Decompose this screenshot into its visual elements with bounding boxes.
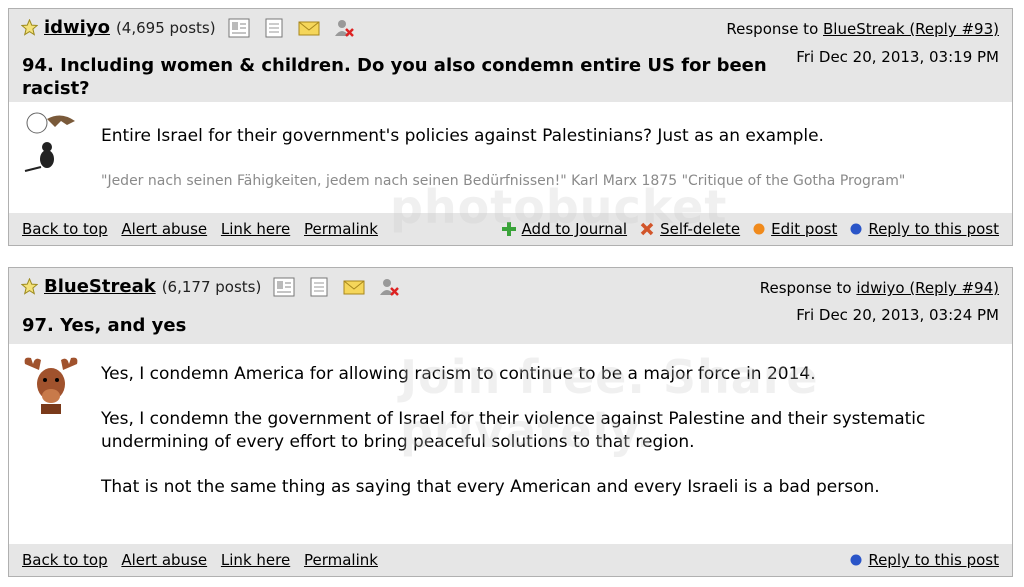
reply-action[interactable]: Reply to this post (850, 551, 999, 569)
blue-dot-icon (850, 554, 862, 566)
reply-link[interactable]: Reply to this post (868, 551, 999, 569)
footer-links: Back to top Alert abuse Link here Permal… (22, 551, 387, 569)
profile-icon[interactable] (228, 18, 250, 38)
username[interactable]: idwiyo (44, 17, 110, 38)
add-to-journal-action[interactable]: Add to Journal (501, 220, 628, 238)
delete-x-icon (640, 222, 654, 236)
response-link[interactable]: idwiyo (Reply #94) (856, 279, 999, 297)
post-date: Fri Dec 20, 2013, 03:19 PM (796, 48, 999, 66)
user-line: BlueStreak (6,177 posts) (21, 276, 413, 297)
blue-dot-icon (850, 223, 862, 235)
footer-actions: Add to Journal Self-delete Edit post Rep… (489, 220, 999, 238)
post-body: Yes, I condemn America for allowing raci… (101, 363, 992, 521)
link-here-link[interactable]: Link here (221, 551, 290, 569)
signature: "Jeder nach seinen Fähigkeiten, jedem na… (101, 173, 906, 189)
plus-icon (501, 222, 516, 236)
post-paragraph: Yes, I condemn the government of Israel … (101, 409, 926, 452)
response-prefix: Response to (759, 279, 857, 297)
post-paragraph: That is not the same thing as saying tha… (101, 477, 880, 497)
back-to-top-link[interactable]: Back to top (22, 220, 108, 238)
edit-post-link[interactable]: Edit post (771, 220, 837, 238)
post-footer: Back to top Alert abuse Link here Permal… (9, 544, 1012, 576)
post-97: BlueStreak (6,177 posts) Response to idw… (8, 267, 1013, 577)
add-to-journal-link[interactable]: Add to Journal (522, 220, 628, 238)
response-to: Response to BlueStreak (Reply #93) (726, 20, 999, 38)
edit-post-action[interactable]: Edit post (753, 220, 837, 238)
username[interactable]: BlueStreak (44, 276, 156, 297)
response-prefix: Response to (726, 20, 824, 38)
self-delete-action[interactable]: Self-delete (640, 220, 740, 238)
link-here-link[interactable]: Link here (221, 220, 290, 238)
post-count: (6,177 posts) (161, 277, 262, 296)
back-to-top-link[interactable]: Back to top (22, 551, 108, 569)
permalink-link[interactable]: Permalink (304, 220, 378, 238)
response-to: Response to idwiyo (Reply #94) (760, 279, 999, 297)
footer-actions: Reply to this post (837, 551, 999, 569)
alert-abuse-link[interactable]: Alert abuse (121, 551, 207, 569)
post-94: idwiyo (4,695 posts) Response to BlueStr… (8, 8, 1013, 246)
ignore-user-icon[interactable] (333, 18, 355, 38)
footer-links: Back to top Alert abuse Link here Permal… (22, 220, 387, 238)
post-count: (4,695 posts) (115, 18, 216, 37)
user-line: idwiyo (4,695 posts) (21, 17, 368, 38)
star-icon[interactable] (21, 278, 38, 295)
post-footer: Back to top Alert abuse Link here Permal… (9, 213, 1012, 245)
post-header: idwiyo (4,695 posts) Response to BlueStr… (9, 9, 1012, 102)
post-title: 97. Yes, and yes (22, 315, 187, 336)
post-paragraph: Yes, I condemn America for allowing raci… (101, 364, 816, 384)
star-icon[interactable] (21, 19, 38, 36)
orange-dot-icon (753, 223, 765, 235)
mail-icon[interactable] (298, 18, 320, 38)
moose-avatar (24, 357, 78, 414)
post-title: 94. Including women & children. Do you a… (22, 55, 767, 99)
alert-abuse-link[interactable]: Alert abuse (121, 220, 207, 238)
reply-link[interactable]: Reply to this post (868, 220, 999, 238)
post-header: BlueStreak (6,177 posts) Response to idw… (9, 268, 1012, 344)
reply-action[interactable]: Reply to this post (850, 220, 999, 238)
post-body: Entire Israel for their government's pol… (101, 125, 992, 193)
mail-icon[interactable] (343, 277, 365, 297)
journal-icon[interactable] (263, 18, 285, 38)
profile-icon[interactable] (273, 277, 295, 297)
journal-icon[interactable] (308, 277, 330, 297)
post-paragraph: Entire Israel for their government's pol… (101, 126, 824, 146)
avatar (24, 112, 75, 172)
ignore-user-icon[interactable] (378, 277, 400, 297)
self-delete-link[interactable]: Self-delete (660, 220, 740, 238)
response-link[interactable]: BlueStreak (Reply #93) (823, 20, 999, 38)
permalink-link[interactable]: Permalink (304, 551, 378, 569)
post-date: Fri Dec 20, 2013, 03:24 PM (796, 306, 999, 324)
